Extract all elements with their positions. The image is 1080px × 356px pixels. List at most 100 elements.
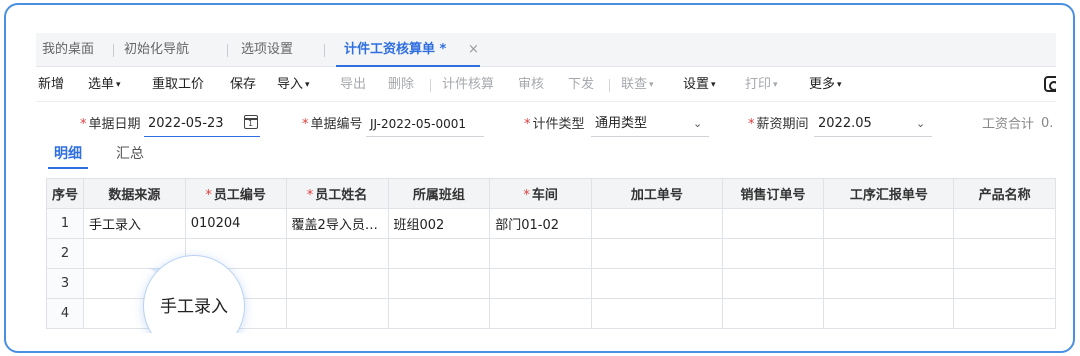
piece-type-select[interactable]: 通用类型 ⌄ bbox=[591, 114, 709, 137]
audit-button[interactable]: 审核 bbox=[518, 68, 544, 102]
add-button[interactable]: 新增 bbox=[38, 68, 64, 102]
export-button[interactable]: 导出 bbox=[340, 68, 366, 102]
cell-report-no[interactable] bbox=[823, 208, 955, 239]
cell-workshop[interactable] bbox=[489, 298, 593, 329]
cell-sales-order[interactable] bbox=[721, 208, 825, 239]
tab-piecework-wage-label: 计件工资核算单 * bbox=[344, 42, 447, 57]
toolbar-divider bbox=[609, 79, 610, 92]
tab-desktop[interactable]: 我的桌面 bbox=[42, 33, 94, 67]
import-dropdown[interactable]: 导入 ▾ bbox=[277, 68, 310, 102]
col-header-sales-order[interactable]: 销售订单号 bbox=[721, 178, 825, 209]
cell-product-name[interactable] bbox=[953, 268, 1056, 299]
salary-period-select[interactable]: 2022.05 ⌄ bbox=[814, 114, 932, 137]
date-label: * 单据日期 bbox=[80, 117, 141, 132]
cell-employee-name[interactable] bbox=[285, 238, 389, 269]
cell-process-order[interactable] bbox=[591, 238, 723, 269]
piece-type-value: 通用类型 bbox=[595, 116, 648, 131]
tab-bar: 我的桌面 初始化导航 选项设置 计件工资核算单 * × bbox=[36, 33, 1056, 67]
cell-sales-order[interactable] bbox=[721, 298, 825, 329]
print-label: 打印 bbox=[745, 77, 772, 92]
piece-type-label: * 计件类型 bbox=[524, 117, 585, 132]
piecework-calc-button[interactable]: 计件核算 bbox=[442, 68, 494, 102]
cell-product-name[interactable] bbox=[953, 208, 1056, 239]
refetch-price-button[interactable]: 重取工价 bbox=[152, 68, 204, 102]
cell-employee-name[interactable] bbox=[285, 298, 389, 329]
screenshot-frame: 我的桌面 初始化导航 选项设置 计件工资核算单 * × 新增 选单 ▾ 重取工价 … bbox=[4, 3, 1075, 353]
calendar-icon[interactable] bbox=[244, 115, 258, 129]
tab-summary[interactable]: 汇总 bbox=[116, 141, 144, 169]
save-button[interactable]: 保存 bbox=[230, 68, 256, 102]
cell-workshop[interactable]: 部门01-02 bbox=[489, 208, 593, 239]
table-header-row: 序号 数据来源 * 员工编号 * 员工姓名 所属班组 * 车间 加工单号 销售订单号 … bbox=[45, 178, 1056, 209]
more-dropdown[interactable]: 更多 ▾ bbox=[809, 68, 842, 102]
table-row[interactable]: 1 手工录入 010204 覆盖2导入员… 班组002 部门01-02 bbox=[45, 208, 1056, 239]
col-header-report-no[interactable]: 工序汇报单号 bbox=[823, 178, 955, 209]
cell-team[interactable] bbox=[387, 268, 491, 299]
cell-workshop[interactable] bbox=[489, 268, 593, 299]
linked-query-dropdown[interactable]: 联查 ▾ bbox=[621, 68, 654, 102]
col-header-seq[interactable]: 序号 bbox=[45, 178, 85, 209]
settings-label: 设置 bbox=[683, 77, 710, 92]
cell-report-no[interactable] bbox=[823, 238, 955, 269]
tab-piecework-wage[interactable]: 计件工资核算单 * bbox=[336, 33, 481, 67]
cell-team[interactable]: 班组002 bbox=[387, 208, 491, 239]
form-header: *单据日期 2022-05-23 *单据编号 JJ-2022-05-0001 *… bbox=[36, 105, 1056, 141]
row-index: 2 bbox=[45, 238, 85, 269]
salary-period-label: * 薪资期间 bbox=[748, 117, 809, 132]
print-dropdown[interactable]: 打印 ▾ bbox=[745, 68, 778, 102]
settings-dropdown[interactable]: 设置 ▾ bbox=[683, 68, 716, 102]
col-header-employee-name[interactable]: * 员工姓名 bbox=[285, 178, 389, 209]
cell-sales-order[interactable] bbox=[721, 268, 825, 299]
col-header-process-order[interactable]: 加工单号 bbox=[591, 178, 723, 209]
detail-tabs: 明细 汇总 bbox=[36, 141, 1056, 169]
tab-options[interactable]: 选项设置 bbox=[241, 33, 293, 67]
row-index: 4 bbox=[45, 298, 85, 329]
chevron-down-icon: ▾ bbox=[711, 80, 716, 90]
delete-button[interactable]: 删除 bbox=[388, 68, 414, 102]
doc-number-field[interactable]: JJ-2022-05-0001 bbox=[366, 114, 484, 137]
cell-product-name[interactable] bbox=[953, 298, 1056, 329]
select-order-dropdown[interactable]: 选单 ▾ bbox=[88, 68, 121, 102]
wage-total-value: 0. bbox=[1041, 116, 1054, 131]
cell-employee-no[interactable]: 010204 bbox=[184, 208, 287, 239]
chevron-down-icon: ▾ bbox=[773, 80, 778, 90]
row-index: 1 bbox=[45, 208, 85, 239]
cell-process-order[interactable] bbox=[591, 268, 723, 299]
chevron-down-icon: ⌄ bbox=[693, 117, 703, 130]
col-header-product-name[interactable]: 产品名称 bbox=[953, 178, 1056, 209]
cell-source[interactable]: 手工录入 bbox=[83, 208, 186, 239]
tab-divider bbox=[227, 44, 228, 57]
tab-init-nav[interactable]: 初始化导航 bbox=[124, 33, 189, 67]
cell-team[interactable] bbox=[387, 298, 491, 329]
wage-total-label: 工资合计 bbox=[982, 117, 1035, 132]
issue-button[interactable]: 下发 bbox=[568, 68, 594, 102]
cell-team[interactable] bbox=[387, 238, 491, 269]
salary-period-value: 2022.05 bbox=[818, 116, 872, 131]
col-header-workshop[interactable]: * 车间 bbox=[489, 178, 593, 209]
active-tab-indicator bbox=[336, 65, 481, 67]
close-tab-icon[interactable]: × bbox=[468, 33, 479, 67]
cell-employee-name[interactable] bbox=[285, 268, 389, 299]
cell-workshop[interactable] bbox=[489, 238, 593, 269]
tab-divider bbox=[324, 44, 325, 57]
linked-query-label: 联查 bbox=[621, 77, 648, 92]
cell-employee-name[interactable]: 覆盖2导入员… bbox=[285, 208, 389, 239]
app-window: 我的桌面 初始化导航 选项设置 计件工资核算单 * × 新增 选单 ▾ 重取工价 … bbox=[36, 33, 1056, 333]
camera-icon[interactable] bbox=[1044, 76, 1056, 92]
cell-report-no[interactable] bbox=[823, 268, 955, 299]
toolbar: 新增 选单 ▾ 重取工价 保存 导入 ▾ 导出 删除 计件核算 审核 下发 联查 ▾ … bbox=[36, 68, 1056, 102]
tab-detail[interactable]: 明细 bbox=[48, 141, 88, 169]
chevron-down-icon: ▾ bbox=[116, 80, 121, 90]
col-header-employee-no[interactable]: * 员工编号 bbox=[184, 178, 287, 209]
cell-sales-order[interactable] bbox=[721, 238, 825, 269]
more-label: 更多 bbox=[809, 77, 836, 92]
col-header-team[interactable]: 所属班组 bbox=[387, 178, 491, 209]
cell-product-name[interactable] bbox=[953, 238, 1056, 269]
date-field[interactable]: 2022-05-23 bbox=[144, 114, 260, 137]
cell-report-no[interactable] bbox=[823, 298, 955, 329]
import-label: 导入 bbox=[277, 77, 304, 92]
cell-process-order[interactable] bbox=[591, 208, 723, 239]
col-header-source[interactable]: 数据来源 bbox=[83, 178, 186, 209]
cell-process-order[interactable] bbox=[591, 298, 723, 329]
chevron-down-icon: ▾ bbox=[837, 80, 842, 90]
